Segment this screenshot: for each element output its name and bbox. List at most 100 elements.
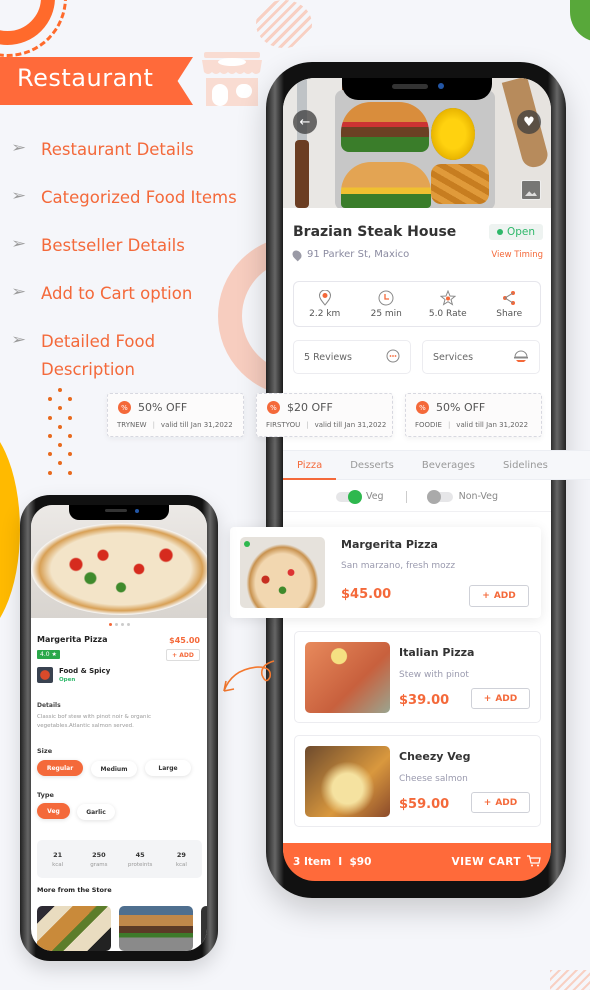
category-tabs: Pizza Desserts Beverages Sidelines	[283, 450, 590, 480]
reviews-button[interactable]: 5 Reviews	[293, 340, 411, 374]
location-pin-icon	[318, 289, 332, 306]
divider: |	[152, 421, 155, 429]
feature-label: Detailed Food Description	[41, 332, 156, 379]
item-price: $45.00	[169, 636, 200, 645]
coupon-title: 50% OFF	[436, 401, 486, 414]
add-label: ADD	[493, 591, 516, 601]
veg-toggle[interactable]: Veg	[335, 489, 384, 504]
veg-filter-row: Veg Non-Veg	[283, 482, 551, 512]
type-option-veg[interactable]: Veg	[37, 803, 70, 819]
nutrition-panel: 21 kcal 250 grams 45 proteints 29 kcal	[37, 840, 202, 878]
feature-item: ➢ Bestseller Details	[11, 232, 271, 260]
coupon-validity: valid till Jan 31,2022	[456, 421, 529, 429]
feature-item: ➢ Restaurant Details	[11, 136, 271, 164]
coupon-meta: FOODIE | valid till Jan 31,2022	[415, 421, 528, 429]
paper-plane-arrow-icon: ➢	[11, 236, 27, 252]
promo-title: Restaurant	[17, 64, 154, 92]
favorite-button[interactable]: ♥	[517, 110, 541, 134]
tab-desserts[interactable]: Desserts	[336, 451, 408, 479]
store-item-thumbnail[interactable]	[37, 906, 111, 951]
tab-beverages[interactable]: Beverages	[408, 451, 489, 479]
coupon-card[interactable]: % $20 OFF FIRSTYOU | valid till Jan 31,202…	[256, 393, 393, 437]
size-option-large[interactable]: Large	[145, 760, 191, 776]
view-cart-label: VIEW CART	[451, 856, 521, 868]
serving-cloche-icon	[513, 349, 529, 366]
type-option-garlic[interactable]: Garlic	[77, 804, 115, 820]
food-item-card[interactable]: Italian Pizza Stew with pinot $39.00 + AD…	[294, 631, 541, 723]
food-name: Cheezy Veg	[399, 750, 471, 763]
back-button[interactable]: ←	[293, 110, 317, 134]
feature-label: Restaurant Details	[41, 140, 194, 159]
add-label: ADD	[495, 797, 518, 808]
food-item-card[interactable]: Cheezy Veg Cheese salmon $59.00 + ADD	[294, 735, 541, 827]
food-price: $59.00	[399, 797, 450, 812]
divider: |	[447, 421, 451, 429]
add-label: ADD	[495, 693, 518, 704]
size-option-regular[interactable]: Regular	[37, 760, 83, 776]
carousel-indicator[interactable]	[31, 623, 207, 626]
tab-sidelines[interactable]: Sidelines	[489, 451, 562, 479]
toggle-switch[interactable]	[426, 489, 453, 504]
nutrition-value: 45	[135, 850, 145, 859]
services-label: Services	[433, 351, 474, 363]
paper-plane-arrow-icon: ➢	[11, 332, 27, 348]
food-detail-screen: Margerita Pizza $45.00 4.0 ★ + ADD Food …	[31, 505, 207, 951]
nutrition-stat: 45 proteints	[120, 840, 161, 878]
divider	[405, 490, 407, 503]
reviews-label: 5 Reviews	[304, 351, 352, 363]
coupon-meta: TRYNEW | valid till Jan 31,2022	[117, 421, 233, 429]
add-to-cart-button[interactable]: + ADD	[471, 792, 530, 813]
tab-pizza[interactable]: Pizza	[283, 451, 337, 480]
discount-badge-icon: %	[118, 401, 131, 414]
coupon-card[interactable]: % 50% OFF FOODIE | valid till Jan 31,2022	[405, 393, 542, 437]
non-veg-label: Non-Veg	[458, 491, 499, 502]
cart-bar: 3 Item I $90 VIEW CART	[283, 843, 551, 881]
coupon-validity: valid till Jan 31,2022	[314, 421, 387, 429]
status-label: Open	[506, 226, 535, 238]
map-pin-icon	[290, 248, 304, 261]
highlighted-food-card[interactable]: Margerita Pizza San marzano, fresh mozz …	[230, 527, 541, 618]
coupon-meta: FIRSTYOU | valid till Jan 31,2022	[266, 421, 386, 429]
share-button[interactable]: Share	[479, 282, 541, 326]
coupon-validity: valid till Jan 31,2022	[160, 421, 233, 429]
food-description: Cheese salmon	[399, 774, 468, 784]
more-from-store-heading: More from the Store	[37, 886, 112, 894]
shopping-cart-icon	[527, 854, 541, 870]
chat-bubble-icon	[386, 349, 400, 366]
heart-icon: ♥	[523, 114, 535, 130]
add-to-cart-button[interactable]: + ADD	[471, 688, 530, 709]
stat-label: 2.2 km	[309, 308, 341, 319]
open-status-badge: Open	[488, 224, 543, 240]
restaurant-stats: 2.2 km 25 min 5.0 Rate Share	[293, 281, 541, 327]
store-name[interactable]: Food & Spicy	[59, 667, 110, 675]
food-price: $39.00	[399, 693, 450, 708]
add-to-cart-button[interactable]: + ADD	[469, 585, 529, 607]
stat-label: 5.0 Rate	[428, 308, 467, 319]
view-timing-link[interactable]: View Timing	[491, 250, 543, 260]
food-image	[305, 642, 390, 713]
food-hero-image	[31, 505, 207, 618]
store-item-thumbnail[interactable]	[119, 906, 193, 951]
services-button[interactable]: Services	[422, 340, 540, 374]
stat-rating: 5.0 Rate	[417, 282, 479, 326]
coupon-card[interactable]: % 50% OFF TRYNEW | valid till Jan 31,2022	[107, 393, 244, 437]
veg-indicator-icon	[244, 541, 250, 547]
non-veg-toggle[interactable]: Non-Veg	[426, 489, 499, 504]
nutrition-stat: 21 kcal	[37, 840, 78, 878]
paper-plane-arrow-icon: ➢	[11, 140, 27, 156]
view-cart-button[interactable]: VIEW CART	[451, 854, 541, 870]
nutrition-unit: kcal	[175, 861, 187, 868]
store-item-thumbnail[interactable]	[201, 906, 207, 951]
feature-label: Bestseller Details	[41, 236, 185, 255]
size-option-medium[interactable]: Medium	[91, 761, 137, 777]
add-to-cart-button[interactable]: + ADD	[166, 649, 200, 661]
toggle-switch[interactable]	[335, 489, 362, 504]
item-name: Margerita Pizza	[37, 635, 108, 644]
paper-plane-arrow-icon: ➢	[11, 188, 27, 204]
gallery-button[interactable]	[521, 180, 541, 200]
food-image	[240, 537, 325, 608]
stat-distance: 2.2 km	[294, 282, 356, 326]
rating-badge: 4.0 ★	[37, 650, 60, 659]
stat-label: Share	[496, 308, 523, 319]
veg-label: Veg	[365, 491, 384, 502]
